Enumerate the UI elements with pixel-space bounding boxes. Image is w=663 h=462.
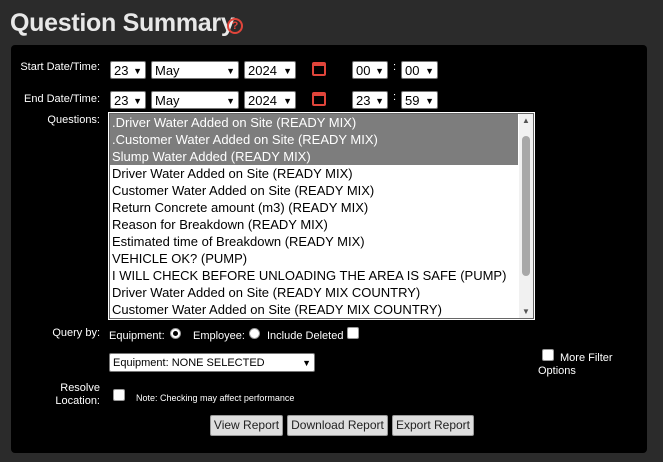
chevron-down-icon: ▼ bbox=[133, 66, 142, 76]
start-hour-value: 00 bbox=[356, 63, 371, 78]
employee-radio-label: Employee: bbox=[193, 330, 245, 342]
end-minute-select[interactable]: 59 ▼ bbox=[401, 91, 438, 109]
end-month-value: May bbox=[155, 93, 180, 108]
end-year-value: 2024 bbox=[248, 93, 277, 108]
question-option[interactable]: Driver Water Added on Site (READY MIX) bbox=[110, 165, 518, 182]
include-deleted-label: Include Deleted bbox=[267, 330, 344, 342]
question-option[interactable]: Driver Water Added on Site (READY MIX CO… bbox=[110, 284, 518, 301]
start-datetime-label: Start Date/Time: bbox=[20, 61, 100, 73]
chevron-down-icon: ▼ bbox=[283, 96, 292, 106]
equipment-radio-label: Equipment: bbox=[109, 330, 165, 342]
equipment-select-value: Equipment: NONE SELECTED bbox=[113, 357, 265, 369]
calendar-icon[interactable] bbox=[312, 62, 326, 76]
question-option[interactable]: Customer Water Added on Site (READY MIX) bbox=[110, 182, 518, 199]
questions-label: Questions: bbox=[47, 114, 100, 126]
end-day-select[interactable]: 23 ▼ bbox=[110, 91, 146, 109]
include-deleted-checkbox[interactable] bbox=[347, 327, 359, 339]
start-day-select[interactable]: 23 ▼ bbox=[110, 61, 146, 79]
start-month-select[interactable]: May ▼ bbox=[151, 61, 239, 79]
page-title: Question Summary bbox=[10, 9, 235, 37]
time-separator: : bbox=[393, 61, 397, 73]
start-minute-value: 00 bbox=[405, 63, 420, 78]
question-option[interactable]: .Driver Water Added on Site (READY MIX) bbox=[110, 114, 518, 131]
questions-options: .Driver Water Added on Site (READY MIX).… bbox=[110, 114, 533, 318]
question-option[interactable]: Slump Water Added (READY MIX) bbox=[110, 148, 518, 165]
question-option[interactable]: Customer Water Added on Site (READY MIX … bbox=[110, 301, 518, 318]
chevron-down-icon: ▼ bbox=[375, 96, 384, 106]
chevron-down-icon: ▼ bbox=[133, 96, 142, 106]
scrollbar[interactable]: ▲ ▼ bbox=[519, 114, 533, 318]
start-hour-select[interactable]: 00 ▼ bbox=[352, 61, 388, 79]
question-option[interactable]: Estimated time of Breakdown (READY MIX) bbox=[110, 233, 518, 250]
chevron-down-icon: ▼ bbox=[283, 66, 292, 76]
end-minute-value: 59 bbox=[405, 93, 420, 108]
end-month-select[interactable]: May ▼ bbox=[151, 91, 239, 109]
more-filter-text: More Filter Options bbox=[538, 352, 613, 377]
chevron-down-icon: ▼ bbox=[226, 96, 235, 106]
equipment-radio[interactable] bbox=[170, 328, 181, 339]
scroll-down-icon[interactable]: ▼ bbox=[522, 307, 530, 316]
question-option[interactable]: VEHICLE OK? (PUMP) bbox=[110, 250, 518, 267]
chevron-down-icon: ▼ bbox=[425, 96, 434, 106]
start-year-select[interactable]: 2024 ▼ bbox=[244, 61, 296, 79]
chevron-down-icon: ▼ bbox=[226, 66, 235, 76]
download-report-button[interactable]: Download Report bbox=[287, 415, 388, 436]
question-option[interactable]: .Customer Water Added on Site (READY MIX… bbox=[110, 131, 518, 148]
question-option[interactable]: I WILL CHECK BEFORE UNLOADING THE AREA I… bbox=[110, 267, 518, 284]
employee-radio[interactable] bbox=[249, 328, 260, 339]
calendar-icon[interactable] bbox=[312, 92, 326, 106]
resolve-note: Note: Checking may affect performance bbox=[136, 393, 295, 403]
question-option[interactable]: Return Concrete amount (m3) (READY MIX) bbox=[110, 199, 518, 216]
view-report-button[interactable]: View Report bbox=[210, 415, 283, 436]
end-hour-value: 23 bbox=[356, 93, 371, 108]
end-hour-select[interactable]: 23 ▼ bbox=[352, 91, 388, 109]
chevron-down-icon: ▼ bbox=[302, 358, 311, 368]
resolve-location-checkbox[interactable] bbox=[113, 389, 125, 401]
export-report-button[interactable]: Export Report bbox=[392, 415, 474, 436]
resolve-location-label: Resolve Location: bbox=[55, 382, 100, 407]
scroll-up-icon[interactable]: ▲ bbox=[522, 116, 530, 125]
query-by-label: Query by: bbox=[52, 327, 100, 339]
end-year-select[interactable]: 2024 ▼ bbox=[244, 91, 296, 109]
question-option[interactable]: Reason for Breakdown (READY MIX) bbox=[110, 216, 518, 233]
equipment-select[interactable]: Equipment: NONE SELECTED ▼ bbox=[109, 353, 315, 372]
scrollbar-thumb[interactable] bbox=[522, 136, 530, 276]
end-day-value: 23 bbox=[114, 93, 129, 108]
start-month-value: May bbox=[155, 63, 180, 78]
end-datetime-label: End Date/Time: bbox=[23, 93, 100, 105]
time-separator: : bbox=[393, 91, 397, 103]
chevron-down-icon: ▼ bbox=[375, 66, 384, 76]
more-filter-label: More Filter Options bbox=[538, 352, 628, 378]
chevron-down-icon: ▼ bbox=[425, 66, 434, 76]
start-year-value: 2024 bbox=[248, 63, 277, 78]
start-day-value: 23 bbox=[114, 63, 129, 78]
questions-listbox[interactable]: .Driver Water Added on Site (READY MIX).… bbox=[109, 113, 534, 319]
help-icon[interactable]: ? bbox=[227, 18, 243, 34]
start-minute-select[interactable]: 00 ▼ bbox=[401, 61, 438, 79]
